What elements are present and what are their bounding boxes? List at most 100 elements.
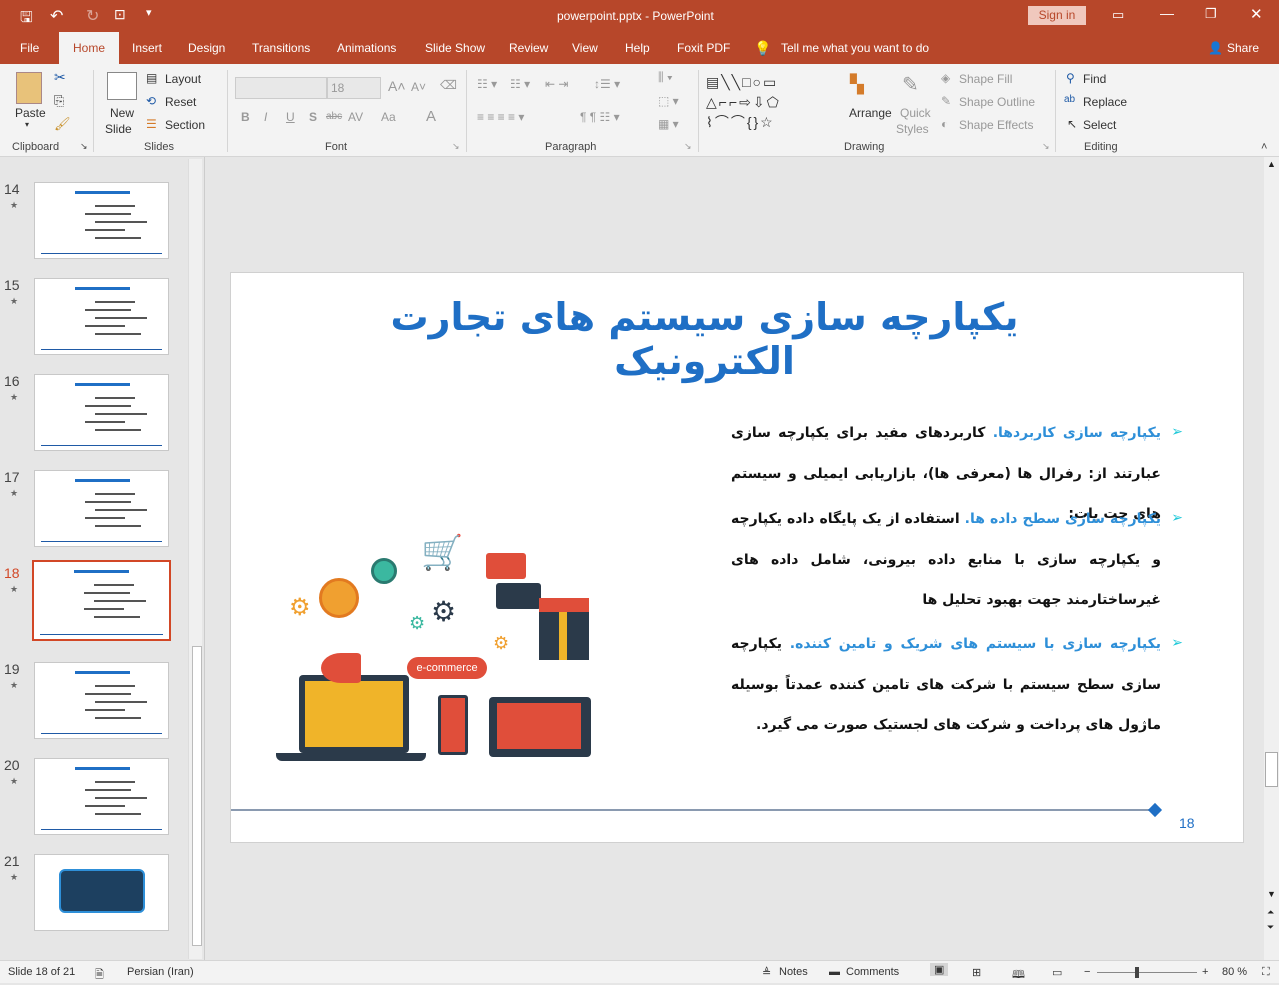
slide-thumbnail[interactable] bbox=[34, 758, 169, 835]
comments-button[interactable]: Comments bbox=[846, 966, 899, 978]
clipboard-launcher-icon[interactable]: ↘ bbox=[80, 141, 88, 152]
zoom-slider-thumb[interactable] bbox=[1135, 967, 1139, 978]
character-spacing-button[interactable]: AV bbox=[348, 110, 363, 124]
font-launcher-icon[interactable]: ↘ bbox=[452, 141, 460, 152]
scroll-up-icon[interactable]: ▲ bbox=[1267, 159, 1276, 169]
quick-styles-label-2[interactable]: Styles bbox=[896, 122, 929, 136]
thumbnail-scrollbar[interactable] bbox=[188, 159, 202, 959]
italic-button[interactable]: I bbox=[264, 110, 267, 124]
next-slide-icon[interactable]: ⏷ bbox=[1267, 922, 1274, 933]
bullet-paragraph[interactable]: یکپارچه سازی با سیستم های شریک و تامین ک… bbox=[731, 624, 1161, 746]
font-size-dropdown[interactable]: 18 bbox=[327, 77, 381, 99]
tab-slide-show[interactable]: Slide Show bbox=[425, 32, 485, 64]
text-direction-icon[interactable]: ⫼ ▾ bbox=[658, 70, 673, 85]
ribbon-display-icon[interactable]: ▭ bbox=[1112, 7, 1124, 23]
strikethrough-button[interactable]: abc bbox=[326, 111, 342, 122]
clear-formatting-icon[interactable]: ⌫ bbox=[440, 78, 457, 92]
shape-outline-button[interactable]: Shape Outline bbox=[959, 95, 1035, 109]
zoom-in-button[interactable]: + bbox=[1202, 966, 1208, 978]
slide-thumbnail[interactable] bbox=[34, 182, 169, 259]
new-slide-icon[interactable] bbox=[107, 72, 137, 100]
share-button[interactable]: Share bbox=[1227, 32, 1259, 64]
tab-animations[interactable]: Animations bbox=[337, 32, 396, 64]
tab-design[interactable]: Design bbox=[188, 32, 225, 64]
font-name-dropdown[interactable] bbox=[235, 77, 327, 99]
bullets-icon[interactable]: ☷ ▾ bbox=[477, 77, 497, 91]
zoom-level[interactable]: 80 % bbox=[1222, 966, 1247, 978]
underline-button[interactable]: U bbox=[286, 110, 295, 124]
slide-scroll-thumb[interactable] bbox=[1265, 752, 1278, 787]
tab-file[interactable]: File bbox=[20, 32, 39, 64]
paragraph-launcher-icon[interactable]: ↘ bbox=[684, 141, 692, 152]
slide-scrollbar[interactable]: ▲ ▼ ⏶ ⏷ bbox=[1264, 157, 1279, 960]
format-painter-icon[interactable]: 🖌 bbox=[54, 116, 71, 132]
find-button[interactable]: Find bbox=[1083, 72, 1106, 86]
slide-thumbnail[interactable] bbox=[34, 278, 169, 355]
tab-view[interactable]: View bbox=[572, 32, 598, 64]
tab-review[interactable]: Review bbox=[509, 32, 548, 64]
close-icon[interactable]: ✕ bbox=[1250, 5, 1263, 23]
collapse-ribbon-icon[interactable]: ˄ bbox=[1261, 141, 1267, 153]
font-color-button[interactable]: A bbox=[426, 108, 436, 125]
shape-effects-button[interactable]: Shape Effects bbox=[959, 118, 1034, 132]
smartart-icon[interactable]: ▦ ▾ bbox=[658, 117, 679, 131]
sign-in-button[interactable]: Sign in bbox=[1028, 6, 1086, 25]
reading-view-icon[interactable]: 🕮 bbox=[1012, 966, 1025, 985]
section-button[interactable]: Section bbox=[165, 118, 205, 132]
layout-button[interactable]: Layout bbox=[165, 72, 201, 86]
slide-title[interactable]: یکپارچه سازی سیستم های تجارت الکترونیک bbox=[331, 295, 1078, 383]
slide-sorter-icon[interactable]: ⊞ bbox=[972, 966, 981, 979]
text-direction-icons[interactable]: ¶ ¶ ☷ ▾ bbox=[580, 110, 620, 124]
notes-button[interactable]: Notes bbox=[779, 966, 808, 978]
align-text-icon[interactable]: ⬚ ▾ bbox=[658, 94, 679, 108]
shape-fill-button[interactable]: Shape Fill bbox=[959, 72, 1012, 86]
fit-to-window-icon[interactable]: ⛶ bbox=[1262, 966, 1270, 979]
slideshow-view-icon[interactable]: ▭ bbox=[1052, 966, 1062, 979]
thumbnail-scroll-thumb[interactable] bbox=[192, 646, 202, 946]
reset-button[interactable]: Reset bbox=[165, 95, 196, 109]
bold-button[interactable]: B bbox=[241, 110, 250, 124]
tab-foxit-pdf[interactable]: Foxit PDF bbox=[677, 32, 730, 64]
slide-thumbnail[interactable] bbox=[34, 854, 169, 931]
restore-icon[interactable]: ❐ bbox=[1205, 6, 1217, 22]
cut-icon[interactable]: ✂ bbox=[54, 69, 66, 86]
tab-transitions[interactable]: Transitions bbox=[252, 32, 310, 64]
minimize-icon[interactable]: — bbox=[1160, 5, 1174, 21]
slide-thumbnail[interactable] bbox=[34, 374, 169, 451]
share-icon[interactable]: 👤 bbox=[1208, 32, 1223, 64]
indent-icons[interactable]: ⇤ ⇥ bbox=[545, 77, 568, 91]
slide-canvas[interactable]: یکپارچه سازی سیستم های تجارت الکترونیک ➢… bbox=[230, 272, 1244, 843]
align-icons[interactable]: ≡ ≡ ≡ ≡ ▾ bbox=[477, 110, 524, 124]
previous-slide-icon[interactable]: ⏶ bbox=[1267, 907, 1274, 918]
tell-me-search[interactable]: Tell me what you want to do bbox=[781, 32, 929, 64]
customize-toolbar-icon[interactable]: ▾ bbox=[146, 6, 152, 19]
redo-icon[interactable]: ↻ bbox=[86, 6, 99, 26]
zoom-slider[interactable] bbox=[1097, 967, 1197, 978]
shrink-font-icon[interactable]: A˅ bbox=[411, 80, 426, 94]
shadow-button[interactable]: S bbox=[309, 110, 317, 124]
drawing-launcher-icon[interactable]: ↘ bbox=[1042, 141, 1050, 152]
tab-insert[interactable]: Insert bbox=[132, 32, 162, 64]
spell-check-icon[interactable]: 🗎 bbox=[95, 966, 104, 985]
tab-home[interactable]: Home bbox=[59, 32, 120, 64]
slide-thumbnail[interactable] bbox=[34, 662, 169, 739]
replace-button[interactable]: Replace bbox=[1083, 95, 1127, 109]
slide-thumbnail[interactable] bbox=[32, 560, 171, 641]
normal-view-icon[interactable]: ▣ bbox=[930, 963, 949, 976]
paste-dropdown-icon[interactable]: ▾ bbox=[25, 120, 29, 129]
paste-button[interactable]: Paste bbox=[15, 106, 46, 120]
select-button[interactable]: Select bbox=[1083, 118, 1116, 132]
paste-icon[interactable] bbox=[16, 72, 42, 104]
bullet-paragraph[interactable]: یکپارچه سازی سطح داده ها. استفاده از یک … bbox=[731, 499, 1161, 621]
arrange-button[interactable]: Arrange bbox=[849, 106, 892, 120]
change-case-button[interactable]: Aa bbox=[381, 110, 396, 124]
start-presentation-icon[interactable]: ⊡ bbox=[114, 6, 126, 23]
shapes-gallery[interactable]: ▤╲╲□○▭ △⌐⌐⇨⇩⬠ ⌇⌒⌒{}☆ bbox=[706, 72, 844, 130]
copy-icon[interactable]: ⎘ bbox=[54, 93, 64, 109]
quick-styles-button[interactable]: Quick bbox=[900, 106, 931, 120]
numbering-icon[interactable]: ☷ ▾ bbox=[510, 77, 530, 91]
line-spacing-icon[interactable]: ↕☰ ▾ bbox=[594, 77, 620, 91]
tab-help[interactable]: Help bbox=[625, 32, 650, 64]
new-slide-button[interactable]: New bbox=[110, 106, 134, 120]
undo-icon[interactable]: ↶ bbox=[50, 6, 63, 26]
